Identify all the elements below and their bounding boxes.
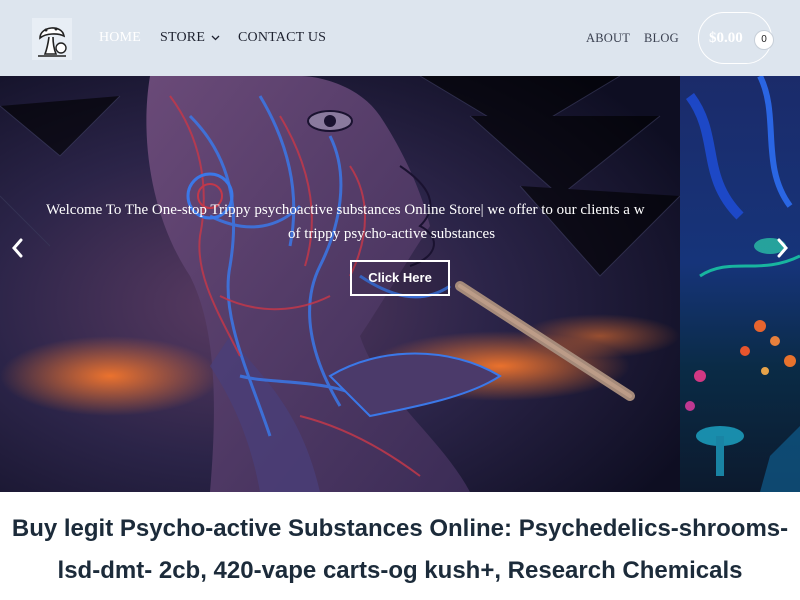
nav-about[interactable]: ABOUT: [586, 31, 630, 46]
hero-slider: Welcome To The One-stop Trippy psychoact…: [0, 76, 800, 492]
chevron-down-icon: [211, 30, 220, 46]
site-header: HOME STORE CONTACT US ABOUT BLOG $0.00 0: [0, 0, 800, 76]
nav-contact-us[interactable]: CONTACT US: [238, 30, 326, 46]
hero-text-line1: Welcome To The One-stop Trippy psychoact…: [46, 202, 645, 218]
nav-home[interactable]: HOME: [99, 30, 141, 46]
page-title: Buy legit Psycho-active Substances Onlin…: [0, 508, 800, 592]
nav-store[interactable]: STORE: [160, 30, 220, 46]
hero-text-line2: of trippy psycho-active substances: [288, 226, 496, 242]
mushroom-logo-icon: [32, 18, 72, 60]
cart-total: $0.00: [709, 30, 743, 46]
hero-text: Welcome To The One-stop Trippy psychoact…: [46, 198, 706, 246]
nav-blog[interactable]: BLOG: [644, 31, 679, 46]
chevron-right-icon: [777, 238, 788, 258]
slider-prev-button[interactable]: [8, 236, 28, 260]
chevron-left-icon: [12, 238, 23, 258]
site-logo[interactable]: [32, 18, 72, 60]
page-title-line1: Buy legit Psycho-active Substances Onlin…: [11, 515, 789, 542]
slider-next-button[interactable]: [772, 236, 792, 260]
click-here-button[interactable]: Click Here: [350, 260, 450, 296]
page-title-line2: lsd-dmt- 2cb, 420-vape carts-og kush+, R…: [57, 557, 743, 584]
cart-button[interactable]: $0.00 0: [698, 12, 773, 64]
cart-count-badge: 0: [755, 31, 773, 49]
nav-store-label: STORE: [160, 30, 206, 46]
